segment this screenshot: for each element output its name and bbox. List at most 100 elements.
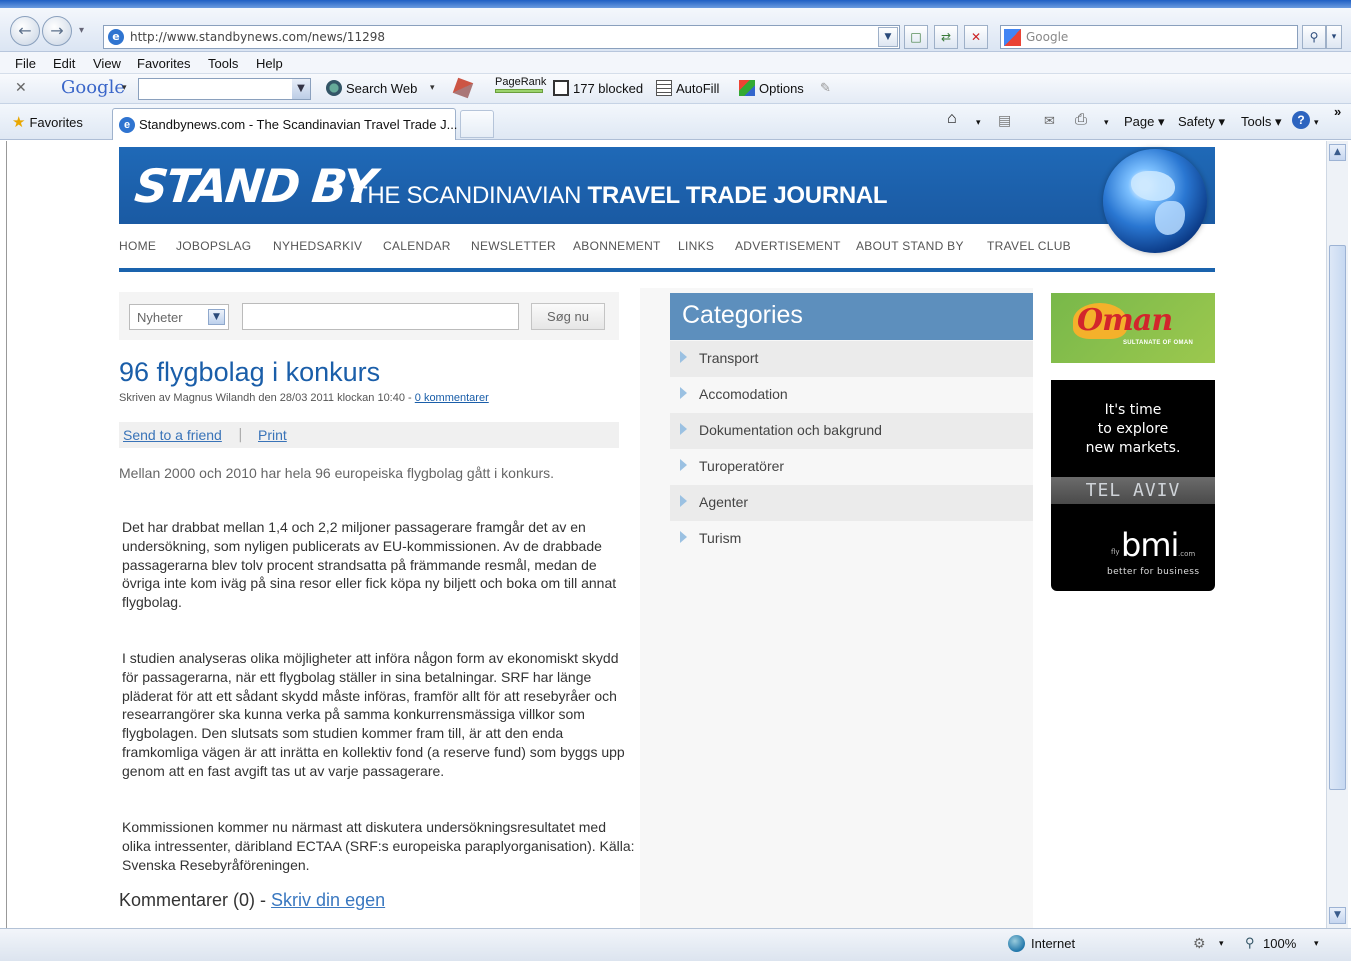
search-options-chevron-icon[interactable]: ▾ (1326, 25, 1342, 49)
menu-view[interactable]: View (93, 56, 121, 71)
pencil-icon[interactable]: ✎ (820, 80, 831, 96)
print-chevron-icon[interactable]: ▾ (1104, 117, 1109, 128)
nav-home[interactable]: HOME (119, 239, 156, 253)
ie-page-icon: e (108, 29, 124, 45)
send-to-friend-link[interactable]: Send to a friend (123, 427, 222, 443)
category-item-dokumentation[interactable]: Dokumentation och bakgrund (670, 413, 1033, 449)
favorites-button[interactable]: ★ Favorites (12, 113, 83, 131)
page-viewport: STAND BY THE SCANDINAVIAN TRAVEL TRADE J… (6, 141, 1326, 928)
zoom-chevron-icon[interactable]: ▾ (1314, 938, 1319, 949)
url-dropdown-chevron-icon[interactable]: ▼ (878, 27, 898, 47)
menu-help[interactable]: Help (256, 56, 283, 71)
print-icon[interactable]: ⎙ (1075, 111, 1087, 128)
toolbar-search-chevron-icon[interactable]: ▼ (292, 79, 310, 99)
category-item-transport[interactable]: Transport (670, 341, 1033, 377)
site-search-input[interactable] (242, 303, 519, 330)
select-chevron-icon[interactable]: ▼ (208, 309, 225, 325)
category-arrow-icon (680, 531, 687, 543)
oman-ad-banner[interactable]: Oman SULTANATE OF OMAN (1051, 293, 1215, 363)
search-section-select[interactable]: Nyheter ▼ (129, 304, 229, 330)
category-item-accomodation[interactable]: Accomodation (670, 377, 1033, 413)
site-search-panel: Nyheter ▼ Søg nu (119, 292, 619, 340)
scroll-thumb[interactable] (1329, 245, 1346, 790)
help-icon[interactable]: ? (1292, 111, 1310, 129)
menu-tools[interactable]: Tools (208, 56, 238, 71)
binoculars-icon (326, 80, 342, 96)
print-link[interactable]: Print (258, 427, 287, 443)
forward-arrow-icon[interactable]: → (42, 16, 72, 46)
protected-mode-icon[interactable]: ⚙ (1193, 935, 1206, 952)
category-item-agenter[interactable]: Agenter (670, 485, 1033, 521)
popup-blocker-button[interactable]: 177 blocked (553, 80, 643, 96)
menu-edit[interactable]: Edit (53, 56, 75, 71)
nav-nyhedsarkiv[interactable]: NYHEDSARKIV (273, 239, 362, 253)
menu-favorites[interactable]: Favorites (137, 56, 190, 71)
page-menu-button[interactable]: Page ▾ (1124, 114, 1165, 130)
category-arrow-icon (680, 459, 687, 471)
nav-calendar[interactable]: CALENDAR (383, 239, 451, 253)
write-comment-link[interactable]: Skriv din egen (271, 890, 385, 910)
browser-search-field[interactable]: Google (1000, 25, 1298, 49)
options-button[interactable]: Options (739, 80, 804, 96)
refresh-icon[interactable]: ⇄ (934, 25, 958, 49)
url-field[interactable]: e http://www.standbynews.com/news/11298 (103, 25, 900, 49)
read-mail-icon[interactable]: ✉ (1044, 113, 1055, 129)
help-chevron-icon[interactable]: ▾ (1314, 117, 1319, 128)
nav-abonnement[interactable]: ABONNEMENT (573, 239, 661, 253)
safety-menu-button[interactable]: Safety ▾ (1178, 114, 1225, 130)
bmi-ad-banner[interactable]: It's time to explore new markets. TEL AV… (1051, 380, 1215, 591)
search-web-chevron-icon[interactable]: ▾ (430, 83, 435, 93)
nav-newsletter[interactable]: NEWSLETTER (471, 239, 556, 253)
google-menu-chevron-icon[interactable]: ▾ (122, 83, 127, 93)
search-submit-button[interactable]: Søg nu (531, 303, 605, 330)
comments-count-link[interactable]: 0 kommentarer (415, 392, 489, 404)
nav-links[interactable]: LINKS (678, 239, 714, 253)
menu-bar: File Edit View Favorites Tools Help (0, 52, 1351, 74)
pagerank-indicator[interactable]: PageRank (495, 76, 546, 93)
autofill-button[interactable]: AutoFill (656, 80, 719, 96)
category-item-turism[interactable]: Turism (670, 521, 1033, 557)
close-toolbar-icon[interactable]: ✕ (15, 80, 27, 96)
category-arrow-icon (680, 495, 687, 507)
browser-tab-active[interactable]: e Standbynews.com - The Scandinavian Tra… (112, 108, 457, 140)
site-tagline: THE SCANDINAVIAN TRAVEL TRADE JOURNAL (353, 182, 888, 209)
category-item-turoperatorer[interactable]: Turoperatörer (670, 449, 1033, 485)
tools-menu-button[interactable]: Tools ▾ (1241, 114, 1282, 130)
standby-logo[interactable]: STAND BY (132, 159, 377, 213)
compatibility-view-icon[interactable]: □ (904, 25, 928, 49)
vertical-scrollbar[interactable]: ▲ ▼ (1326, 141, 1348, 928)
google-toolbar-logo[interactable]: Google (61, 77, 125, 98)
home-icon[interactable]: ⌂ (947, 110, 957, 128)
bmi-slogan: better for business (1107, 567, 1200, 577)
bmi-fly-prefix: fly (1111, 548, 1120, 556)
search-web-button[interactable]: Search Web (326, 80, 417, 96)
bmi-ad-destination: TEL AVIV (1051, 477, 1215, 504)
toolbar-search-input[interactable]: ▼ (138, 78, 311, 100)
article-paragraph-2: I studien analyseras olika möjligheter a… (122, 650, 625, 779)
stop-icon[interactable]: ✕ (964, 25, 988, 49)
search-magnifier-icon[interactable]: ⚲ (1302, 25, 1326, 49)
nav-travel-club[interactable]: TRAVEL CLUB (987, 239, 1071, 253)
zoom-magnifier-icon[interactable]: ⚲ (1245, 935, 1255, 951)
menu-file[interactable]: File (15, 56, 36, 71)
home-chevron-icon[interactable]: ▾ (976, 117, 981, 128)
pagerank-bar (495, 89, 543, 93)
article-title: 96 flygbolag i konkurs (119, 357, 381, 387)
scroll-down-arrow-icon[interactable]: ▼ (1329, 907, 1346, 924)
back-arrow-icon[interactable]: ← (10, 16, 40, 46)
zoom-level[interactable]: 100% (1263, 936, 1296, 951)
action-separator: | (238, 427, 243, 443)
recent-pages-chevron-icon[interactable]: ▾ (79, 25, 84, 36)
protected-mode-chevron-icon[interactable]: ▾ (1219, 938, 1224, 949)
more-commands-chevron-icon[interactable]: » (1334, 104, 1341, 119)
options-icon (739, 80, 755, 96)
browser-search-placeholder: Google (1026, 30, 1069, 44)
nav-about-stand-by[interactable]: ABOUT STAND BY (856, 239, 964, 253)
bookmark-tool-icon[interactable] (452, 77, 475, 99)
security-zone-label: Internet (1031, 936, 1076, 951)
scroll-up-arrow-icon[interactable]: ▲ (1329, 144, 1346, 161)
feeds-icon[interactable]: ▤ (998, 112, 1011, 129)
nav-advertisement[interactable]: ADVERTISEMENT (735, 239, 841, 253)
new-tab-button[interactable] (460, 110, 494, 138)
nav-jobopslag[interactable]: JOBOPSLAG (176, 239, 251, 253)
